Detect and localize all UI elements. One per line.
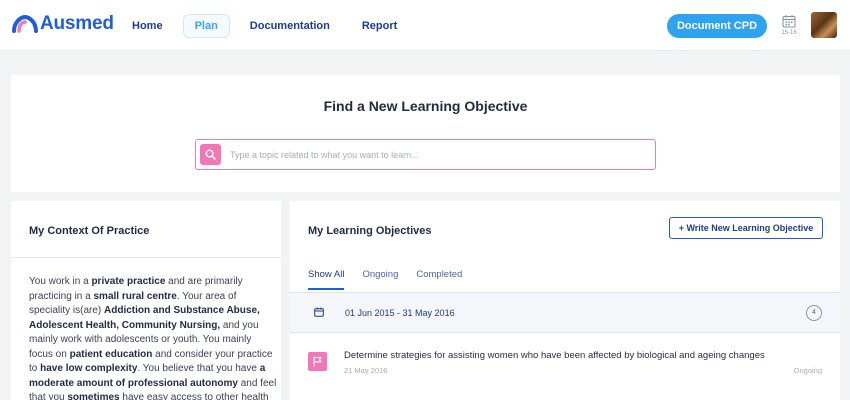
calendar-icon: [782, 15, 796, 28]
context-text-part: . You believe that you have: [137, 363, 260, 374]
context-location: small rural centre: [93, 290, 177, 302]
search-box[interactable]: [195, 139, 656, 170]
context-text-part: You work in a: [29, 276, 92, 287]
context-focus: patient education: [69, 348, 153, 360]
divider: [11, 257, 281, 258]
write-objective-button[interactable]: + Write New Learning Objective: [669, 217, 823, 239]
ausmed-logo-icon: [12, 14, 38, 33]
cpd-period-row[interactable]: 01 Jun 2015 - 31 May 2016 4: [290, 293, 840, 333]
brand-name: Ausmed: [40, 13, 114, 34]
main-nav: Home Plan Documentation Report: [120, 14, 409, 38]
brand-logo[interactable]: Ausmed: [12, 13, 114, 35]
tab-completed[interactable]: Completed: [416, 269, 462, 290]
flag-icon: [308, 352, 327, 371]
tab-show-all[interactable]: Show All: [308, 269, 345, 290]
objectives-title: My Learning Objectives: [308, 225, 432, 237]
tab-ongoing[interactable]: Ongoing: [362, 269, 398, 290]
objective-title[interactable]: Determine strategies for assisting women…: [344, 350, 765, 361]
cpd-year-selector[interactable]: 15-16: [778, 14, 800, 36]
context-complexity: have low complexity: [40, 363, 138, 374]
context-practice-type: private practice: [91, 276, 166, 287]
objective-tabs: Show All Ongoing Completed: [308, 269, 480, 290]
user-avatar[interactable]: [811, 12, 837, 38]
context-text-part: have easy access to other health: [119, 392, 269, 400]
objective-status: Ongoing: [793, 366, 822, 375]
context-of-practice-panel: My Context Of Practice You work in a pri…: [11, 201, 281, 400]
search-input[interactable]: [230, 146, 650, 164]
search-icon[interactable]: [200, 144, 221, 165]
learning-objectives-panel: My Learning Objectives + Write New Learn…: [290, 201, 840, 400]
cpd-year-label: 15-16: [781, 30, 797, 36]
context-title: My Context Of Practice: [29, 225, 150, 237]
nav-home[interactable]: Home: [120, 14, 175, 38]
objective-count-badge: 4: [806, 305, 822, 321]
document-cpd-button[interactable]: Document CPD: [667, 14, 767, 38]
nav-plan[interactable]: Plan: [182, 14, 230, 38]
objective-date: 21 May 2016: [344, 366, 388, 375]
context-access-frequency: sometimes: [67, 392, 120, 400]
nav-documentation[interactable]: Documentation: [238, 14, 342, 38]
search-title: Find a New Learning Objective: [323, 98, 528, 114]
objective-item[interactable]: Determine strategies for assisting women…: [290, 334, 840, 394]
cpd-period-label: 01 Jun 2015 - 31 May 2016: [345, 308, 455, 318]
top-header: Ausmed Home Plan Documentation Report Do…: [0, 0, 850, 51]
calendar-icon: [314, 307, 324, 317]
search-panel: Find a New Learning Objective: [11, 75, 840, 192]
nav-report[interactable]: Report: [350, 14, 409, 38]
context-description: You work in a private practice and are p…: [29, 275, 277, 400]
